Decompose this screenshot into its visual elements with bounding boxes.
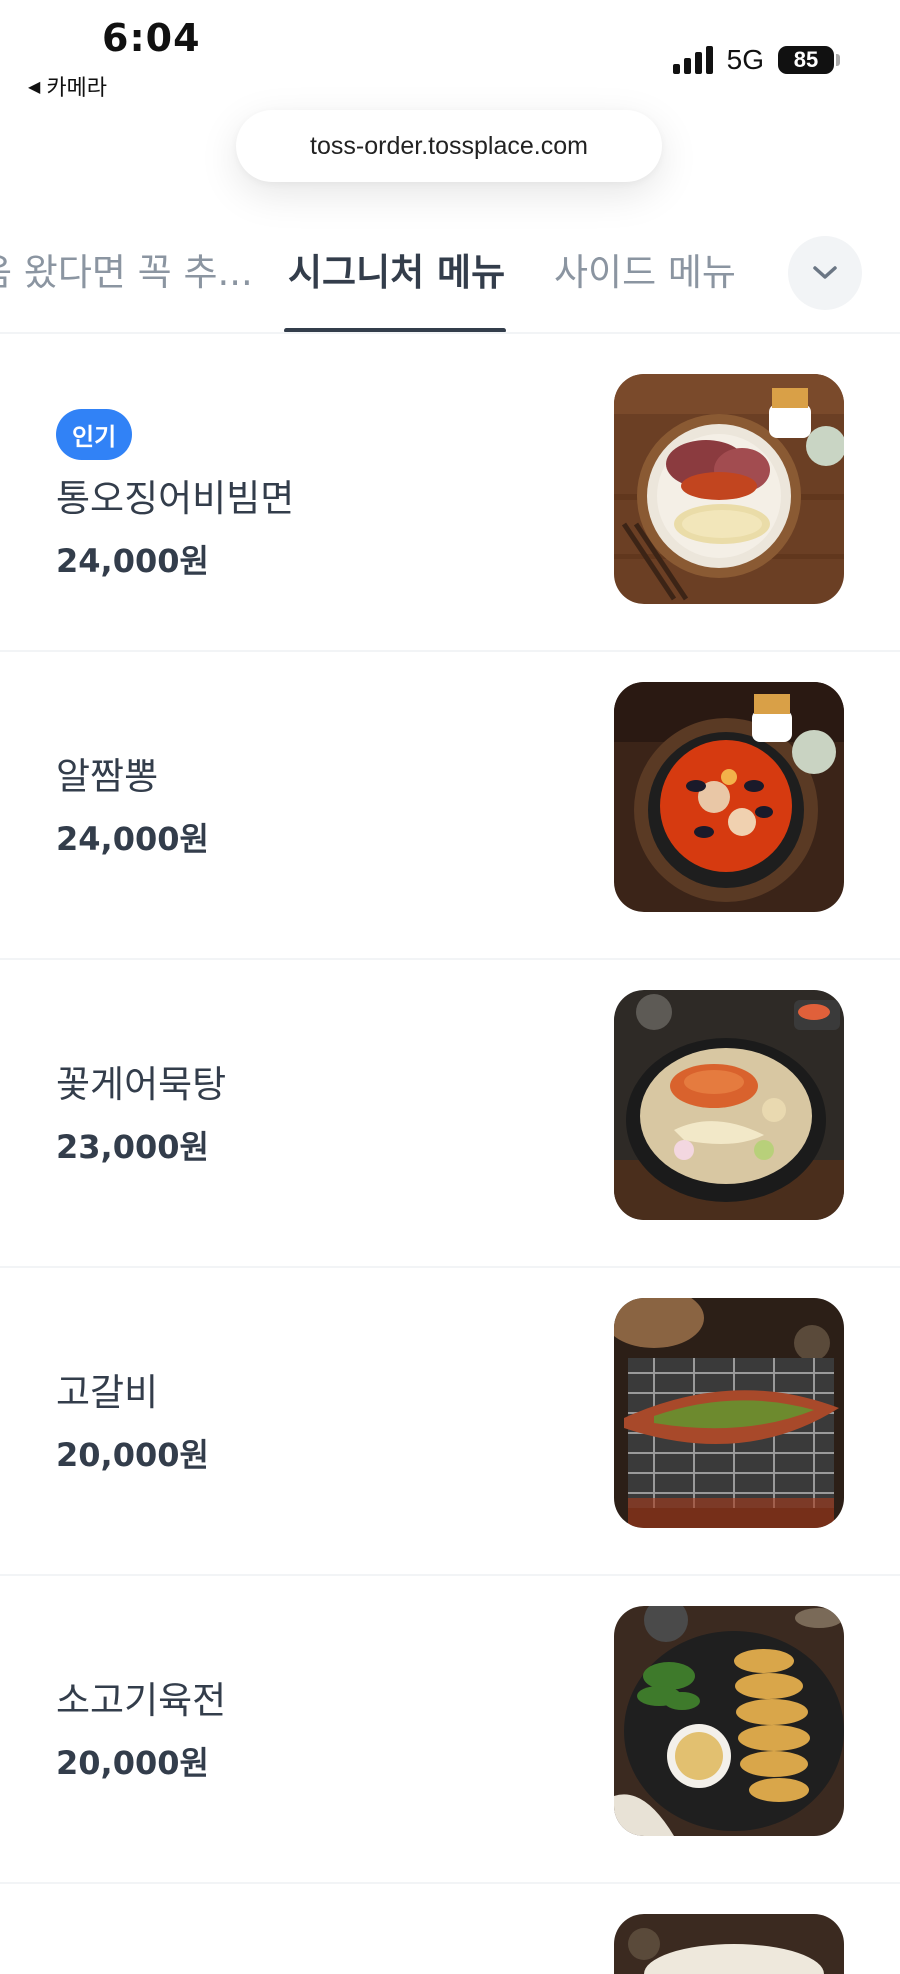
- seafood-stew-photo: [614, 682, 844, 912]
- chevron-down-icon: [813, 266, 837, 279]
- menu-item[interactable]: 소고기육전 20,000원: [0, 1576, 900, 1884]
- tab-signature-menu[interactable]: 시그니처 메뉴: [288, 242, 505, 296]
- tab-recommended[interactable]: 음 왔다면 꼭 추...: [0, 242, 253, 296]
- menu-item-price: 24,000원: [56, 541, 209, 580]
- menu-list: 인기 통오징어비빔면 24,000원 알짬뽕 24,000원 꽃게어묵탕 23,…: [0, 344, 900, 1974]
- beef-jeon-photo: [614, 1606, 844, 1836]
- menu-item[interactable]: 고갈비 20,000원: [0, 1268, 900, 1576]
- menu-item-partial[interactable]: [0, 1884, 900, 1974]
- menu-item-price: 20,000원: [56, 1436, 209, 1474]
- crab-fishcake-soup-photo: [614, 990, 844, 1220]
- battery-level: 85: [778, 46, 834, 74]
- popular-badge: 인기: [56, 408, 133, 460]
- menu-item-price: 24,000원: [56, 820, 209, 858]
- menu-item-price: 20,000원: [56, 1744, 209, 1782]
- status-time: 6:04: [102, 16, 201, 60]
- squid-noodle-photo: [614, 374, 844, 604]
- menu-item[interactable]: 인기 통오징어비빔면 24,000원: [0, 344, 900, 652]
- menu-item-name: 통오징어비빔면: [56, 476, 295, 520]
- cellular-signal-icon: [672, 46, 713, 74]
- back-app-label: 카메라: [46, 76, 108, 101]
- menu-item[interactable]: 꽃게어묵탕 23,000원: [0, 960, 900, 1268]
- menu-item-price: 23,000원: [56, 1128, 209, 1166]
- menu-item-name: 소고기육전: [56, 1679, 227, 1722]
- network-type: 5G: [726, 44, 764, 75]
- status-bar: 6:04 ◀ 카메라 5G 85: [0, 0, 900, 102]
- category-dropdown-button[interactable]: [788, 236, 862, 310]
- active-tab-indicator: [284, 328, 506, 332]
- battery-icon: 85: [778, 46, 840, 74]
- menu-item-name: 고갈비: [56, 1371, 159, 1414]
- back-triangle-icon: ◀: [28, 76, 41, 96]
- status-indicators: 5G 85: [672, 44, 840, 76]
- tab-side-menu[interactable]: 사이드 메뉴: [554, 242, 736, 296]
- menu-item-photo: [614, 1914, 844, 1974]
- menu-item-name: 알짬뽕: [56, 755, 159, 798]
- menu-item[interactable]: 알짬뽕 24,000원: [0, 652, 900, 960]
- category-tabs: 음 왔다면 꼭 추... 시그니처 메뉴 사이드 메뉴: [0, 220, 900, 334]
- back-to-app-link[interactable]: ◀ 카메라: [28, 70, 107, 102]
- menu-item-name: 꽃게어묵탕: [56, 1063, 227, 1106]
- url-bar[interactable]: toss-order.tossplace.com: [236, 110, 662, 182]
- grilled-mackerel-photo: [614, 1298, 844, 1528]
